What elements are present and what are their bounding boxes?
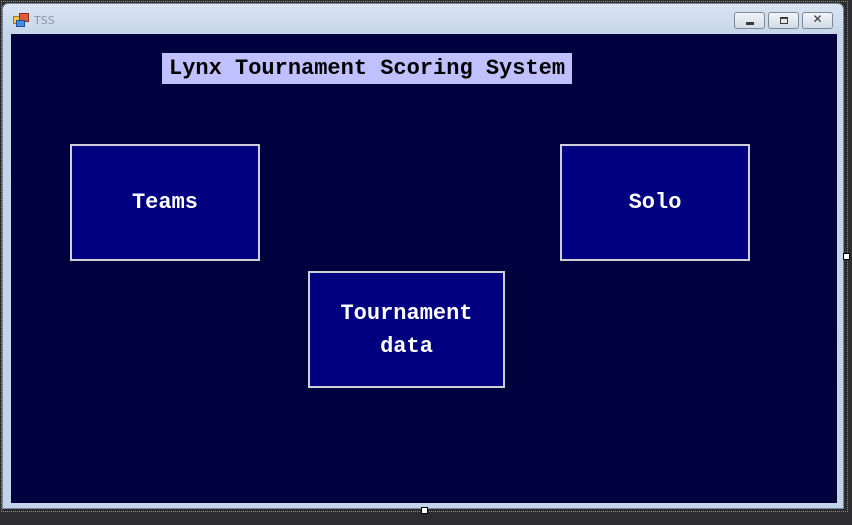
maximize-button[interactable] <box>768 12 799 29</box>
resize-grip-bottom[interactable] <box>421 507 428 514</box>
window-title: TSS <box>34 14 55 27</box>
teams-button[interactable]: Teams <box>70 144 260 261</box>
windows-form-icon <box>13 13 29 27</box>
minimize-icon <box>746 22 754 25</box>
designer-surface: TSS ✕ Lynx Tournament Scoring System Tea… <box>0 0 852 525</box>
tournament-data-button[interactable]: Tournament data <box>308 271 505 388</box>
solo-button[interactable]: Solo <box>560 144 750 261</box>
title-bar[interactable]: TSS ✕ <box>3 4 843 34</box>
close-icon: ✕ <box>812 12 823 26</box>
page-title: Lynx Tournament Scoring System <box>162 53 573 84</box>
resize-grip-right[interactable] <box>843 253 850 260</box>
form-client-area: Lynx Tournament Scoring System Teams Sol… <box>11 34 837 503</box>
app-window: TSS ✕ Lynx Tournament Scoring System Tea… <box>2 3 844 509</box>
maximize-icon <box>780 17 788 24</box>
close-button[interactable]: ✕ <box>802 12 833 29</box>
minimize-button[interactable] <box>734 12 765 29</box>
